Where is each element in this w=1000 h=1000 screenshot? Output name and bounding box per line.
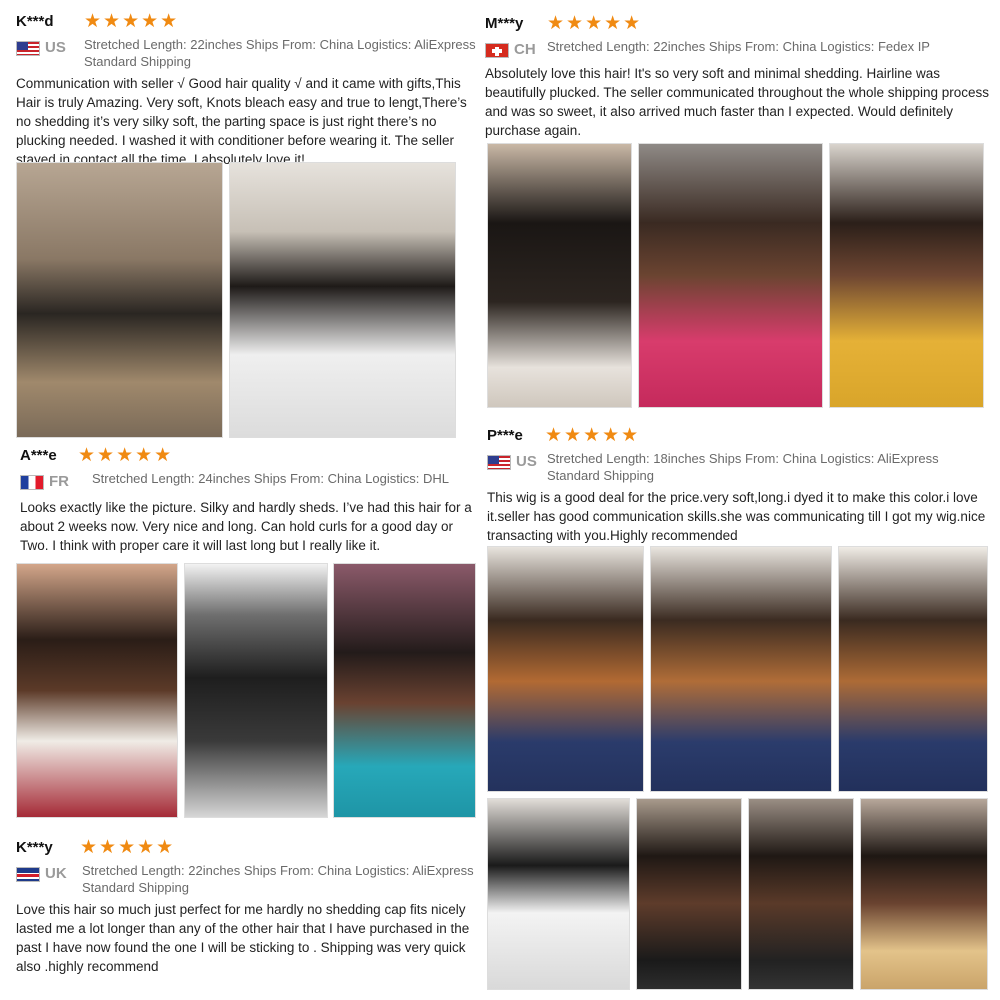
- us-flag-icon: [16, 41, 40, 56]
- review-photo[interactable]: [184, 563, 328, 818]
- order-details-line: Stretched Length: 22inches Ships From: C…: [82, 863, 474, 878]
- star-rating: ★★★★★: [547, 13, 643, 34]
- star-rating: ★★★★★: [84, 11, 180, 32]
- review-photo[interactable]: [487, 546, 644, 792]
- order-details-line: Standard Shipping: [84, 54, 191, 69]
- switzerland-flag-icon: [485, 43, 509, 58]
- review-photo[interactable]: [829, 143, 984, 408]
- review-text: Looks exactly like the picture. Silky an…: [20, 500, 472, 553]
- review-photo[interactable]: [229, 162, 456, 438]
- country-code: FR: [49, 473, 69, 490]
- reviewer-name: K***d: [16, 13, 54, 30]
- review-photo[interactable]: [838, 546, 988, 792]
- order-details: Stretched Length: 22inches Ships From: C…: [82, 862, 482, 896]
- country-code: UK: [45, 865, 67, 882]
- order-details-line: Stretched Length: 22inches Ships From: C…: [547, 39, 930, 54]
- review-photo[interactable]: [487, 798, 630, 990]
- review-card: K***y ★★★★★ UK Stretched Length: 22inche…: [16, 836, 478, 976]
- reviewer-name: A***e: [20, 447, 57, 464]
- order-details: Stretched Length: 22inches Ships From: C…: [84, 36, 484, 70]
- country-code: US: [45, 39, 66, 56]
- france-flag-icon: [20, 475, 44, 490]
- reviewer-name: M***y: [485, 15, 524, 32]
- order-details: Stretched Length: 22inches Ships From: C…: [547, 38, 987, 55]
- review-photo[interactable]: [16, 563, 178, 818]
- review-photo[interactable]: [650, 546, 832, 792]
- order-details-line: Standard Shipping: [547, 468, 654, 483]
- order-details-line: Stretched Length: 22inches Ships From: C…: [84, 37, 476, 52]
- reviewer-name: P***e: [487, 427, 523, 444]
- review-text: Absolutely love this hair! It's so very …: [485, 66, 990, 138]
- review-card: K***d ★★★★★ US Stretched Length: 22inche…: [16, 10, 478, 169]
- star-rating: ★★★★★: [78, 445, 174, 466]
- reviewer-name: K***y: [16, 839, 53, 856]
- us-flag-icon: [487, 455, 511, 470]
- order-details: Stretched Length: 24inches Ships From: C…: [92, 470, 477, 487]
- review-photo[interactable]: [748, 798, 854, 990]
- uk-flag-icon: [16, 867, 40, 882]
- review-card: A***e ★★★★★ FR Stretched Length: 24inche…: [20, 444, 478, 555]
- country-code: CH: [514, 41, 536, 58]
- order-details-line: Standard Shipping: [82, 880, 189, 895]
- review-photo[interactable]: [487, 143, 632, 408]
- order-details-line: Stretched Length: 24inches Ships From: C…: [92, 471, 449, 486]
- review-card: M***y ★★★★★ CH Stretched Length: 22inche…: [485, 12, 990, 140]
- review-text: Communication with seller √ Good hair qu…: [16, 76, 467, 167]
- review-photo[interactable]: [638, 143, 823, 408]
- review-photo[interactable]: [636, 798, 742, 990]
- review-photo[interactable]: [860, 798, 988, 990]
- star-rating: ★★★★★: [80, 837, 176, 858]
- review-text: Love this hair so much just perfect for …: [16, 902, 470, 974]
- review-photo[interactable]: [16, 162, 223, 438]
- order-details-line: Stretched Length: 18inches Ships From: C…: [547, 451, 939, 466]
- review-card: P***e ★★★★★ US Stretched Length: 18inche…: [487, 424, 987, 545]
- country-code: US: [516, 453, 537, 470]
- review-photo[interactable]: [333, 563, 476, 818]
- star-rating: ★★★★★: [545, 425, 641, 446]
- review-text: This wig is a good deal for the price.ve…: [487, 490, 986, 543]
- order-details: Stretched Length: 18inches Ships From: C…: [547, 450, 987, 484]
